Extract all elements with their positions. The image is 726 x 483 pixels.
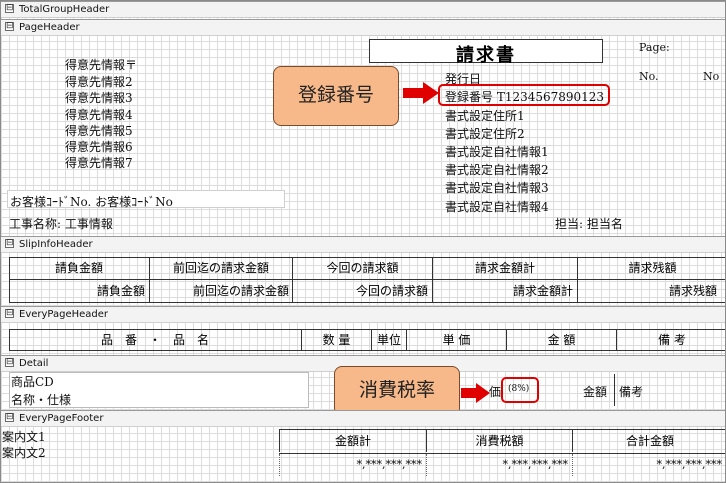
slip-value-cell[interactable]: 今回の請求額 — [292, 280, 428, 302]
section-total-group-header[interactable]: ⊟ TotalGroupHeader — [1, 1, 725, 18]
collapse-icon[interactable]: ⊟ — [5, 309, 14, 318]
total-header-cell[interactable]: 金額計 — [279, 430, 426, 452]
collapse-icon[interactable]: ⊟ — [5, 239, 14, 248]
every-page-header-band: 品 番 ・ 品 名 数 量 単位 単 価 金 額 備 考 — [1, 323, 725, 353]
total-value-cell[interactable]: *,***,***,*** — [572, 454, 722, 476]
total-value-cell[interactable]: *,***,***,*** — [279, 454, 422, 476]
company-line[interactable]: 書式設定住所2 — [445, 125, 525, 142]
title-box[interactable]: 請求書 — [369, 39, 603, 66]
slip-value-cell[interactable]: 請求残額 — [577, 280, 717, 302]
collapse-icon[interactable]: ⊟ — [5, 4, 14, 13]
amount-field[interactable]: 金額 — [583, 383, 607, 400]
total-header-cell[interactable]: 合計金額 — [572, 430, 725, 452]
slip-header-cell[interactable]: 請求金額計 — [432, 257, 577, 279]
column-header-remarks[interactable]: 備 考 — [616, 329, 725, 351]
company-line[interactable]: 書式設定自社情報2 — [445, 161, 549, 178]
customer-line[interactable]: 得意先情報6 — [65, 138, 133, 155]
customer-line[interactable]: 得意先情報2 — [65, 73, 133, 90]
no-value[interactable]: No — [703, 70, 719, 83]
detail-band: 商品CD 名称・仕様 価 (8%) 金額 備考 消費税率 — [1, 366, 725, 416]
remarks-field[interactable]: 備考 — [619, 383, 643, 400]
slip-value-cell[interactable]: 請負金額 — [9, 280, 145, 302]
section-every-page-header[interactable]: ⊟ EveryPageHeader — [1, 306, 725, 323]
customer-line[interactable]: 得意先情報〒 — [65, 56, 137, 73]
page-label[interactable]: Page: — [639, 41, 670, 54]
page-title: 請求書 — [456, 45, 516, 66]
slip-header-cell[interactable]: 前回迄の請求金額 — [149, 257, 292, 279]
column-header-quantity[interactable]: 数 量 — [301, 329, 371, 351]
section-slip-info-header[interactable]: ⊟ SlipInfoHeader — [1, 236, 725, 253]
arrow-right-icon — [403, 82, 439, 104]
collapse-icon[interactable]: ⊟ — [5, 358, 14, 367]
column-header-amount[interactable]: 金 額 — [506, 329, 616, 351]
slip-header-cell[interactable]: 請負金額 — [9, 257, 149, 279]
column-header-unit[interactable]: 単位 — [371, 329, 406, 351]
divider — [614, 374, 615, 406]
registration-highlight — [438, 84, 610, 106]
tax-rate-callout: 消費税率 — [334, 366, 460, 416]
total-value-cell[interactable]: *,***,***,*** — [426, 454, 568, 476]
page-header-band: 請求書 Page: No. No 得意先情報〒 得意先情報2 得意先情報3 得意… — [1, 36, 725, 236]
company-line[interactable]: 書式設定自社情報4 — [445, 198, 549, 215]
section-every-page-footer[interactable]: ⊟ EveryPageFooter — [1, 410, 725, 427]
customer-code-field[interactable]: お客様ｺｰﾄﾞNo. お客様ｺｰﾄﾞNo — [7, 190, 285, 209]
column-header-unit-price[interactable]: 単 価 — [406, 329, 506, 351]
company-line[interactable]: 書式設定自社情報3 — [445, 179, 549, 196]
company-line[interactable]: 書式設定自社情報1 — [445, 143, 549, 160]
name-spec-field[interactable]: 名称・仕様 — [11, 391, 71, 408]
project-name-field[interactable]: 工事名称: 工事情報 — [9, 215, 113, 232]
note-line[interactable]: 案内文1 — [2, 428, 46, 445]
slip-header-cell[interactable]: 今回の請求額 — [292, 257, 432, 279]
tax-rate-highlight — [501, 377, 539, 403]
collapse-icon[interactable]: ⊟ — [5, 22, 14, 31]
total-header-cell[interactable]: 消費税額 — [426, 430, 572, 452]
customer-line[interactable]: 得意先情報3 — [65, 89, 133, 106]
slip-value-cell[interactable]: 前回迄の請求金額 — [149, 280, 289, 302]
slip-header-cell[interactable]: 請求残額 — [577, 257, 725, 279]
every-page-footer-band: 案内文1 案内文2 金額計 消費税額 合計金額 *,***,***,*** *,… — [1, 427, 725, 482]
slip-value-cell[interactable]: 請求金額計 — [432, 280, 573, 302]
company-line[interactable]: 書式設定住所1 — [445, 107, 525, 124]
customer-line[interactable]: 得意先情報4 — [65, 106, 133, 123]
report-designer-canvas: ⊟ TotalGroupHeader ⊟ PageHeader 請求書 Page… — [0, 0, 726, 483]
customer-line[interactable]: 得意先情報7 — [65, 154, 133, 171]
slip-info-band: 請負金額 前回迄の請求金額 今回の請求額 請求金額計 請求残額 請負金額 前回迄… — [1, 253, 725, 305]
note-line[interactable]: 案内文2 — [2, 444, 46, 461]
customer-line[interactable]: 得意先情報5 — [65, 122, 133, 139]
registration-callout: 登録番号 — [273, 66, 399, 126]
no-label[interactable]: No. — [639, 70, 659, 83]
section-page-header[interactable]: ⊟ PageHeader — [1, 19, 725, 36]
column-header-item-name[interactable]: 品 番 ・ 品 名 — [9, 329, 301, 351]
product-cd-field[interactable]: 商品CD — [11, 373, 54, 390]
collapse-icon[interactable]: ⊟ — [5, 413, 14, 422]
manager-field[interactable]: 担当: 担当名 — [555, 215, 623, 232]
arrow-right-icon — [461, 383, 490, 403]
